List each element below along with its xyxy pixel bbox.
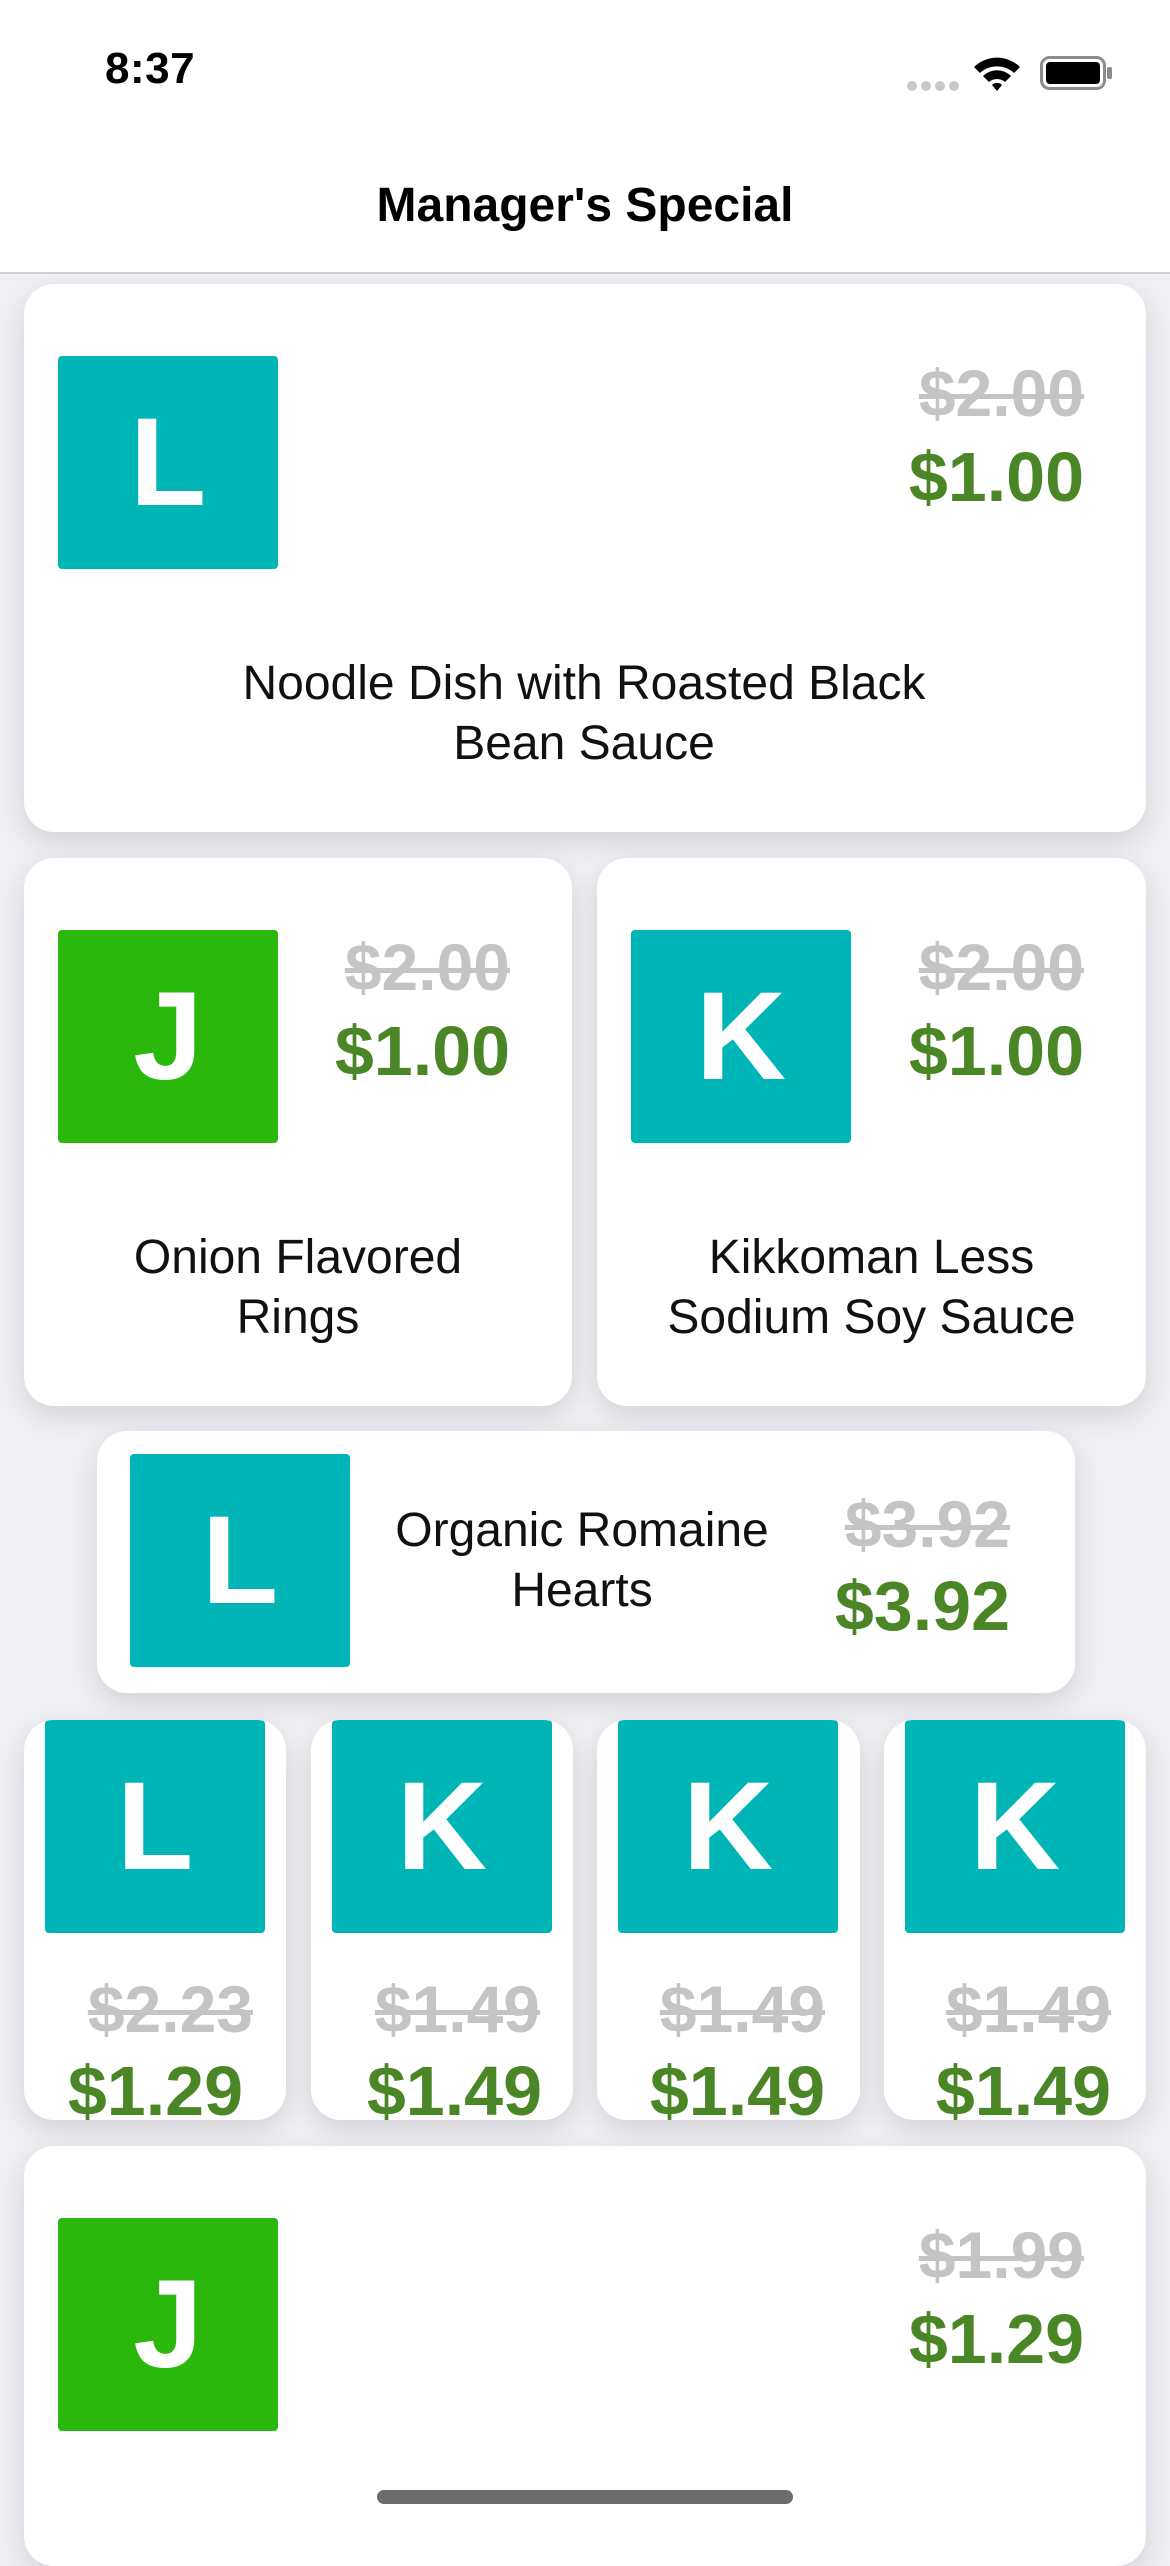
cellular-signal-icon (907, 81, 959, 91)
product-card[interactable]: K $2.00 $1.00 Kikkoman Less Sodium Soy S… (597, 858, 1146, 1406)
product-name: Onion Flavored Rings (133, 1231, 463, 1344)
navigation-bar: Manager's Special (0, 140, 1170, 274)
product-image-tile: L (45, 1720, 265, 1933)
sale-price: $1.49 (366, 2052, 542, 2120)
sale-price: $1.49 (935, 2052, 1111, 2120)
product-card[interactable]: L Organic Romaine Hearts $3.92 $3.92 (97, 1431, 1075, 1693)
product-image-tile: K (631, 930, 851, 1143)
product-card[interactable]: L $2.23 $1.29 (24, 1720, 286, 2120)
product-card[interactable]: L $2.00 $1.00 Noodle Dish with Roasted B… (24, 284, 1146, 832)
product-image-tile: K (332, 1720, 552, 1933)
page-title: Manager's Special (376, 179, 794, 232)
sale-price: $1.00 (908, 1012, 1084, 1090)
original-price: $1.49 (374, 1972, 540, 2046)
product-name: Noodle Dish with Roasted Black Bean Sauc… (242, 657, 926, 770)
product-image-tile: L (58, 356, 278, 569)
sale-price: $3.92 (834, 1567, 1010, 1645)
product-image-tile: J (58, 930, 278, 1143)
sale-price: $1.00 (334, 1012, 510, 1090)
original-price: $1.99 (918, 2218, 1084, 2292)
original-price: $2.23 (87, 1972, 253, 2046)
product-name: Kikkoman Less Sodium Soy Sauce (667, 1231, 1076, 1344)
original-price: $2.00 (918, 930, 1084, 1004)
product-name: Organic Romaine Hearts (395, 1504, 769, 1617)
product-card[interactable]: K $1.49 $1.49 (597, 1720, 860, 2120)
sale-price: $1.29 (67, 2052, 243, 2120)
product-image-tile: L (130, 1454, 350, 1667)
original-price: $2.00 (918, 356, 1084, 430)
status-time: 8:37 (105, 44, 196, 93)
sale-price: $1.29 (908, 2300, 1084, 2378)
wifi-icon (974, 57, 1020, 91)
battery-icon (1040, 56, 1112, 90)
sale-price: $1.49 (649, 2052, 825, 2120)
product-card[interactable]: J $2.00 $1.00 Onion Flavored Rings (24, 858, 572, 1406)
original-price: $2.00 (344, 930, 510, 1004)
product-image-tile: K (905, 1720, 1125, 1933)
status-bar: 8:37 (0, 0, 1170, 140)
original-price: $3.92 (844, 1487, 1010, 1561)
product-image-tile: J (58, 2218, 278, 2431)
original-price: $1.49 (945, 1972, 1111, 2046)
original-price: $1.49 (659, 1972, 825, 2046)
home-indicator[interactable] (377, 2490, 793, 2504)
product-card[interactable]: K $1.49 $1.49 (884, 1720, 1146, 2120)
product-card[interactable]: K $1.49 $1.49 (311, 1720, 573, 2120)
product-image-tile: K (618, 1720, 838, 1933)
sale-price: $1.00 (908, 438, 1084, 516)
